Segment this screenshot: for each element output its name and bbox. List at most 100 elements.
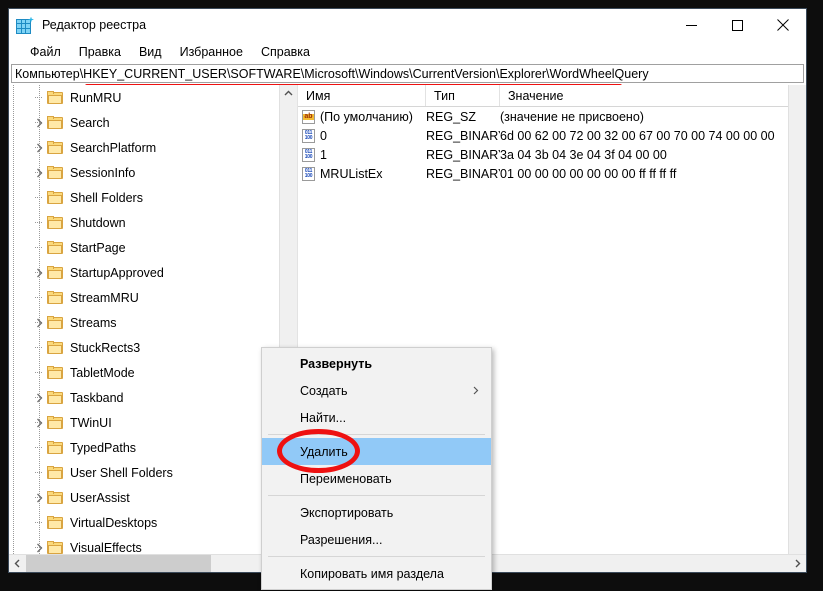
minimize-button[interactable] bbox=[668, 9, 714, 41]
context-menu-item[interactable]: Найти... bbox=[262, 404, 491, 431]
tree-item-label: Search bbox=[70, 115, 110, 130]
value-data-cell: 3a 04 3b 04 3e 04 3f 04 00 00 bbox=[500, 147, 667, 162]
binary-value-icon: 011 100 bbox=[302, 166, 315, 181]
context-menu-item-label: Переименовать bbox=[300, 471, 392, 486]
tree-item-label: StartPage bbox=[70, 240, 126, 255]
chevron-right-icon[interactable] bbox=[31, 160, 47, 185]
window-title: Редактор реестра bbox=[42, 18, 147, 32]
column-header-name[interactable]: Имя bbox=[298, 85, 426, 106]
value-data-cell: 01 00 00 00 00 00 00 00 ff ff ff ff bbox=[500, 166, 677, 181]
value-row[interactable]: 011 100 1 REG_BINARY 3a 04 3b 04 3e 04 3f 04… bbox=[298, 145, 788, 164]
folder-icon bbox=[47, 290, 64, 305]
tree-item-label: StartupApproved bbox=[70, 265, 164, 280]
tree-hscroll-track[interactable] bbox=[26, 555, 280, 572]
tree-leaf-connector bbox=[31, 460, 47, 485]
context-menu-item[interactable]: Удалить bbox=[262, 429, 491, 473]
values-vertical-scrollbar[interactable] bbox=[788, 85, 806, 554]
tree-item[interactable]: Search bbox=[9, 110, 279, 135]
context-menu-item-label: Создать bbox=[300, 383, 348, 398]
value-type-cell: REG_BINARY bbox=[426, 147, 500, 162]
context-menu-item[interactable]: Разрешения... bbox=[262, 526, 491, 553]
folder-icon bbox=[47, 465, 64, 480]
value-row[interactable]: ab (По умолчанию) REG_SZ (значение не присв… bbox=[298, 107, 788, 126]
menu-help[interactable]: Справка bbox=[252, 43, 319, 62]
close-button[interactable] bbox=[760, 9, 806, 41]
value-name-cell: 011 100 MRUListEx bbox=[298, 164, 426, 183]
context-menu-item[interactable]: Создать bbox=[262, 377, 491, 404]
context-menu-item[interactable]: Копировать имя раздела bbox=[262, 560, 491, 587]
folder-icon bbox=[47, 165, 64, 180]
tree-area: RunMRU Search SearchPlatform SessionInfo She… bbox=[9, 85, 297, 554]
tree-leaf-connector bbox=[31, 235, 47, 260]
value-type-cell: REG_BINARY bbox=[426, 128, 500, 143]
tree-hscroll-thumb[interactable] bbox=[26, 555, 211, 572]
tree-item[interactable]: Streams bbox=[9, 310, 279, 335]
value-row[interactable]: 011 100 MRUListEx REG_BINARY 01 00 00 00 00 … bbox=[298, 164, 788, 183]
tree-item[interactable]: Shutdown bbox=[9, 210, 279, 235]
chevron-right-icon[interactable] bbox=[31, 135, 47, 160]
chevron-right-icon[interactable] bbox=[31, 410, 47, 435]
tree-leaf-connector bbox=[31, 435, 47, 460]
tree-item[interactable]: Taskband bbox=[9, 385, 279, 410]
tree-item[interactable]: VirtualDesktops bbox=[9, 510, 279, 535]
tree-item-label: UserAssist bbox=[70, 490, 130, 505]
chevron-right-icon[interactable] bbox=[31, 260, 47, 285]
tree-item[interactable]: TabletMode bbox=[9, 360, 279, 385]
menu-bar: Файл Правка Вид Избранное Справка bbox=[9, 41, 806, 64]
tree-item[interactable]: StreamMRU bbox=[9, 285, 279, 310]
chevron-right-icon[interactable] bbox=[31, 485, 47, 510]
context-menu-item[interactable]: Экспортировать bbox=[262, 499, 491, 526]
folder-icon bbox=[47, 190, 64, 205]
address-bar-container: Компьютер\HKEY_CURRENT_USER\SOFTWARE\Mic… bbox=[9, 64, 806, 88]
column-header-value[interactable]: Значение bbox=[500, 85, 788, 106]
folder-icon bbox=[47, 490, 64, 505]
menu-file[interactable]: Файл bbox=[21, 43, 70, 62]
binary-value-icon: 011 100 bbox=[302, 147, 315, 162]
registry-tree-pane: RunMRU Search SearchPlatform SessionInfo She… bbox=[9, 85, 298, 572]
tree-item[interactable]: SearchPlatform bbox=[9, 135, 279, 160]
context-menu-item-label: Разрешения... bbox=[300, 532, 383, 547]
tree-leaf-connector bbox=[31, 360, 47, 385]
values-scroll-right-button[interactable] bbox=[789, 555, 806, 572]
value-name-text: MRUListEx bbox=[320, 166, 383, 181]
tree-item[interactable]: SessionInfo bbox=[9, 160, 279, 185]
tree-item[interactable]: Shell Folders bbox=[9, 185, 279, 210]
tree-item[interactable]: VisualEffects bbox=[9, 535, 279, 554]
chevron-right-icon[interactable] bbox=[31, 110, 47, 135]
menu-view[interactable]: Вид bbox=[130, 43, 171, 62]
registry-key-context-menu[interactable]: Развернуть Создать Найти... Удалить Переимен… bbox=[261, 347, 492, 590]
tree-item[interactable]: UserAssist bbox=[9, 485, 279, 510]
tree-item[interactable]: RunMRU bbox=[9, 85, 279, 110]
chevron-right-icon[interactable] bbox=[31, 385, 47, 410]
context-menu-separator bbox=[268, 556, 485, 557]
tree-leaf-connector bbox=[31, 510, 47, 535]
tree-leaf-connector bbox=[31, 85, 47, 110]
maximize-button[interactable] bbox=[714, 9, 760, 41]
value-name-text: 0 bbox=[320, 128, 327, 143]
context-menu-item[interactable]: Развернуть bbox=[262, 350, 491, 377]
menu-edit[interactable]: Правка bbox=[70, 43, 130, 62]
chevron-right-icon[interactable] bbox=[31, 310, 47, 335]
column-header-type[interactable]: Тип bbox=[426, 85, 500, 106]
tree-scroll-left-button[interactable] bbox=[9, 555, 26, 572]
registry-editor-icon bbox=[16, 16, 34, 34]
tree-item[interactable]: StartPage bbox=[9, 235, 279, 260]
folder-icon bbox=[47, 90, 64, 105]
address-bar[interactable]: Компьютер\HKEY_CURRENT_USER\SOFTWARE\Mic… bbox=[11, 64, 804, 83]
chevron-right-icon[interactable] bbox=[31, 535, 47, 554]
tree-item[interactable]: TWinUI bbox=[9, 410, 279, 435]
tree-item[interactable]: TypedPaths bbox=[9, 435, 279, 460]
value-row[interactable]: 011 100 0 REG_BINARY 6d 00 62 00 72 00 32 00… bbox=[298, 126, 788, 145]
title-bar: Редактор реестра bbox=[9, 9, 806, 41]
tree-scroll-up-button[interactable] bbox=[280, 85, 297, 102]
tree-item[interactable]: StartupApproved bbox=[9, 260, 279, 285]
value-type-cell: REG_BINARY bbox=[426, 166, 500, 181]
binary-value-icon: 011 100 bbox=[302, 128, 315, 143]
tree-item[interactable]: StuckRects3 bbox=[9, 335, 279, 360]
menu-favorites[interactable]: Избранное bbox=[171, 43, 252, 62]
tree-horizontal-scrollbar[interactable] bbox=[9, 554, 297, 572]
registry-tree[interactable]: RunMRU Search SearchPlatform SessionInfo She… bbox=[9, 85, 279, 554]
tree-item[interactable]: User Shell Folders bbox=[9, 460, 279, 485]
value-data-cell: 6d 00 62 00 72 00 32 00 67 00 70 00 74 0… bbox=[500, 128, 775, 143]
folder-icon bbox=[47, 140, 64, 155]
